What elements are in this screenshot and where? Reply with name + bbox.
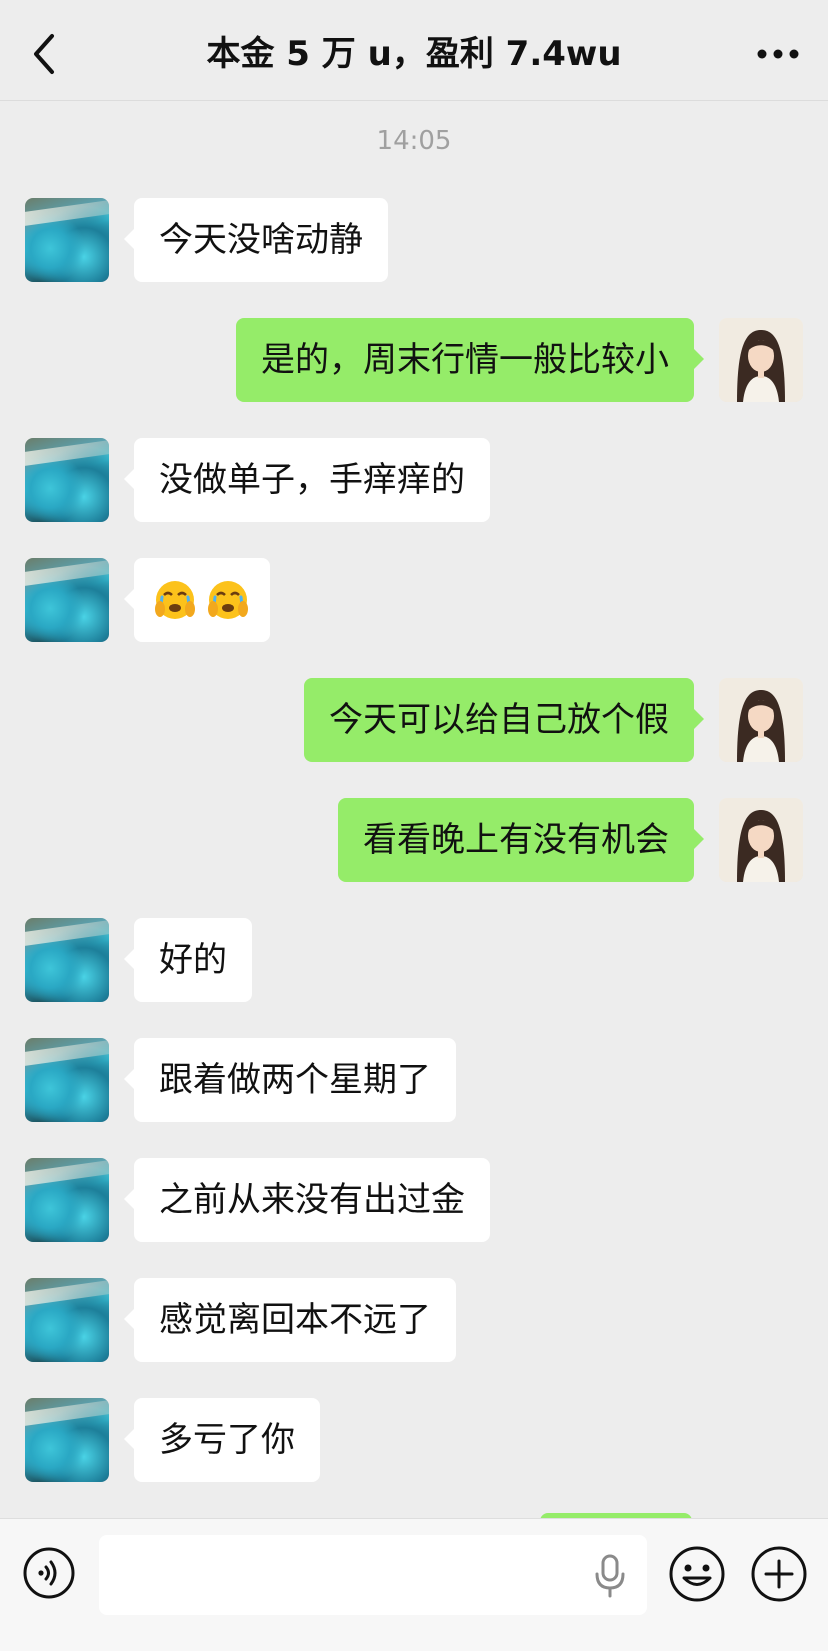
contact-avatar[interactable] [25, 1158, 109, 1242]
chat-header: 本金 5 万 u，盈利 7.4wu [0, 0, 828, 101]
microphone-icon [595, 1554, 625, 1598]
woman-portrait-icon [719, 678, 803, 762]
message-row: 今天可以给自己放个假 [0, 678, 828, 762]
message-row [0, 558, 828, 642]
contact-avatar[interactable] [25, 558, 109, 642]
more-horizontal-icon [757, 49, 799, 59]
message-bubble[interactable]: 今天可以给自己放个假 [304, 678, 704, 762]
message-row: 好的 [0, 918, 828, 1002]
voice-icon [23, 1547, 75, 1599]
contact-avatar[interactable] [25, 1278, 109, 1362]
message-row: 今天没啥动静 [0, 198, 828, 282]
emoji-button[interactable] [668, 1545, 726, 1603]
contact-avatar[interactable] [25, 918, 109, 1002]
message-row: 感觉离回本不远了 [0, 1278, 828, 1362]
message-row: 之前从来没有出过金 [0, 1158, 828, 1242]
face-holding-back-tears-icon [207, 580, 248, 619]
chat-screen: 本金 5 万 u，盈利 7.4wu 14:05 今天没啥动静 是的，周末行情一般… [0, 0, 828, 1651]
self-avatar[interactable] [719, 318, 803, 402]
contact-avatar[interactable] [25, 438, 109, 522]
message-bubble[interactable]: 感觉离回本不远了 [124, 1278, 456, 1362]
message-bubble[interactable] [124, 558, 270, 642]
smiley-icon [669, 1546, 725, 1602]
message-bubble[interactable]: 跟着做两个星期了 [124, 1038, 456, 1122]
contact-avatar[interactable] [25, 198, 109, 282]
message-bubble[interactable]: 好的 [124, 918, 252, 1002]
chat-title: 本金 5 万 u，盈利 7.4wu [206, 34, 622, 74]
self-avatar[interactable] [719, 678, 803, 762]
more-functions-button[interactable] [750, 1545, 808, 1603]
chevron-left-icon [34, 34, 54, 74]
message-row: 多亏了你 [0, 1398, 828, 1482]
face-holding-back-tears-icon [155, 580, 195, 619]
plus-icon [751, 1546, 807, 1602]
message-bubble[interactable]: 看看晚上有没有机会 [338, 798, 704, 882]
message-bubble[interactable]: 今天没啥动静 [124, 198, 388, 282]
input-bar [0, 1518, 828, 1651]
message-bubble[interactable]: 是的，周末行情一般比较小 [236, 318, 704, 402]
self-avatar[interactable] [719, 798, 803, 882]
woman-portrait-icon [719, 318, 803, 402]
message-row: 是的，周末行情一般比较小 [0, 318, 828, 402]
message-bubble[interactable]: 没做单子，手痒痒的 [124, 438, 490, 522]
voice-toggle-button[interactable] [22, 1546, 76, 1600]
message-list[interactable]: 14:05 今天没啥动静 是的，周末行情一般比较小 没做单子，手痒痒的 今天可以… [0, 100, 828, 1518]
message-row: 跟着做两个星期了 [0, 1038, 828, 1122]
more-button[interactable] [754, 32, 802, 76]
message-bubble[interactable]: 多亏了你 [124, 1398, 320, 1482]
message-timestamp: 14:05 [376, 126, 452, 156]
microphone-button[interactable] [592, 1553, 628, 1599]
message-input[interactable] [99, 1535, 647, 1615]
contact-avatar[interactable] [25, 1038, 109, 1122]
message-row: 看看晚上有没有机会 [0, 798, 828, 882]
back-button[interactable] [26, 30, 66, 78]
message-row: 没做单子，手痒痒的 [0, 438, 828, 522]
woman-portrait-icon [719, 798, 803, 882]
contact-avatar[interactable] [25, 1398, 109, 1482]
message-bubble[interactable]: 之前从来没有出过金 [124, 1158, 490, 1242]
